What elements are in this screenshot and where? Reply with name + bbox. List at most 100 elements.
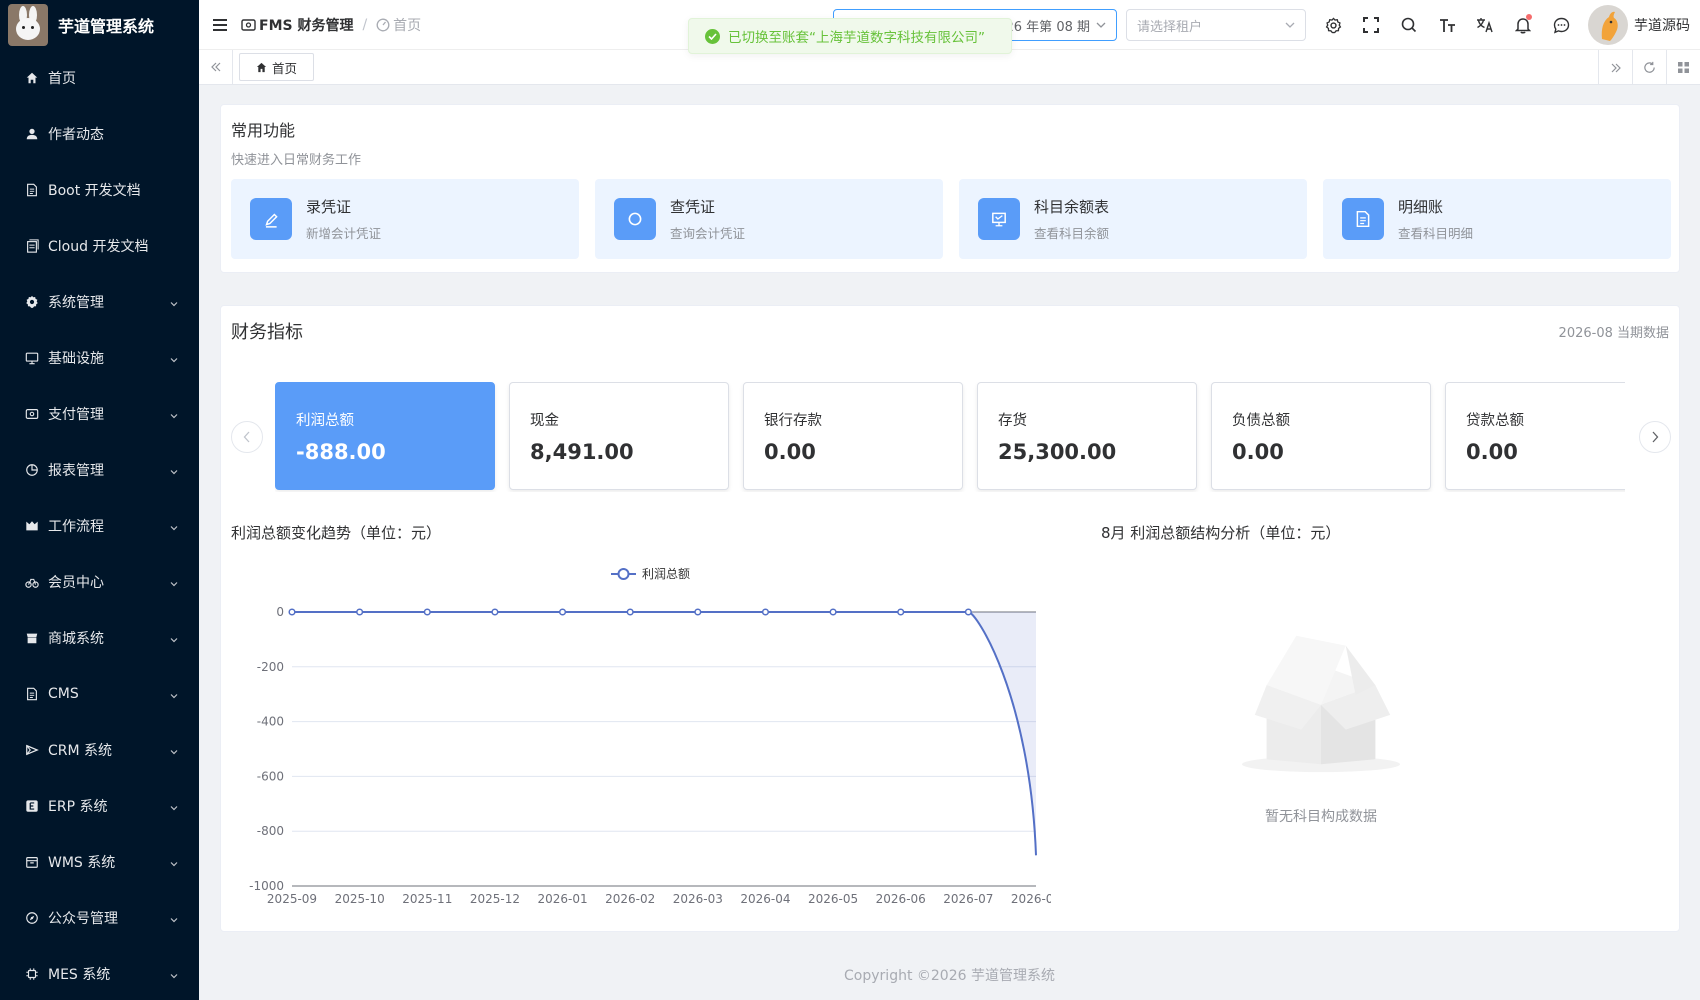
data-point <box>288 608 296 616</box>
metric-card[interactable]: 负债总额 0.00 <box>1211 382 1431 490</box>
quick-item-desc: 查看科目明细 <box>1398 226 1474 241</box>
metric-card[interactable]: 利润总额 -888.00 <box>275 382 495 490</box>
metric-card[interactable]: 银行存款 0.00 <box>743 382 963 490</box>
user-menu[interactable]: 芋道源码 <box>1588 5 1700 45</box>
metric-value: -888.00 <box>296 440 386 464</box>
finance-card: 财务指标 2026-08 当期数据 利润总额 -888.00 现金 8,491.00 银… <box>220 305 1680 932</box>
sidebar-item-10[interactable]: 商城系统 <box>0 610 199 666</box>
quick-item-3[interactable]: 明细账 查看科目明细 <box>1323 179 1671 259</box>
tabs-menu-button[interactable] <box>1666 50 1700 85</box>
metric-value: 25,300.00 <box>998 440 1117 464</box>
quick-item-0[interactable]: 录凭证 新增会计凭证 <box>231 179 579 259</box>
sidebar-item-label: 公众号管理 <box>48 911 118 927</box>
chip-icon <box>24 966 40 982</box>
hamburger-button[interactable] <box>199 0 241 50</box>
sidebar-item-0[interactable]: 首页 <box>0 50 199 106</box>
structure-chart-title: 8月 利润总额结构分析（单位：元） <box>1101 524 1341 542</box>
documents-icon <box>24 238 40 254</box>
quick-item-1[interactable]: 查凭证 查询会计凭证 <box>595 179 943 259</box>
data-point <box>694 608 702 616</box>
settings-button[interactable] <box>1314 0 1352 50</box>
metric-label: 利润总额 <box>296 413 354 429</box>
x-tick-label: 2026-05 <box>808 892 858 906</box>
data-point <box>761 608 770 616</box>
fullscreen-button[interactable] <box>1352 0 1390 50</box>
wallet-icon <box>24 406 40 422</box>
quick-item-2[interactable]: 科目余额表 查看科目余额 <box>959 179 1307 259</box>
search-button[interactable] <box>1390 0 1428 50</box>
message-button[interactable] <box>1542 0 1580 50</box>
sidebar-item-3[interactable]: Cloud 开发文档 <box>0 218 199 274</box>
sidebar-item-4[interactable]: 系统管理 <box>0 274 199 330</box>
sidebar-item-11[interactable]: CMS <box>0 666 199 722</box>
notification-dot <box>1526 14 1532 20</box>
breadcrumb-separator: / <box>362 16 368 33</box>
tenant-select[interactable]: 请选择租户 <box>1126 9 1306 41</box>
sidebar-item-8[interactable]: 工作流程 <box>0 498 199 554</box>
tabs-scroll-left[interactable] <box>199 49 233 85</box>
sidebar-item-7[interactable]: 报表管理 <box>0 442 199 498</box>
metric-card[interactable]: 存货 25,300.00 <box>977 382 1197 490</box>
tabs-bar: 首页 <box>199 49 1700 85</box>
tab-home[interactable]: 首页 <box>239 53 315 81</box>
metric-card[interactable]: 贷款总额 0.00 <box>1445 382 1625 490</box>
tenant-select-placeholder: 请选择租户 <box>1137 19 1203 35</box>
sidebar-item-16[interactable]: MES 系统 <box>0 946 199 1000</box>
app-title: 芋道管理系统 <box>58 17 155 36</box>
language-button[interactable] <box>1466 0 1504 50</box>
finance-period: 2026-08 当期数据 <box>1558 325 1669 341</box>
sidebar-item-13[interactable]: ERP 系统 <box>0 778 199 834</box>
sidebar-item-label: 支付管理 <box>48 407 104 423</box>
empty-state: 暂无科目构成数据 <box>1221 616 1421 826</box>
data-point <box>626 608 634 616</box>
sidebar-item-2[interactable]: Boot 开发文档 <box>0 162 199 218</box>
refresh-icon <box>1644 61 1655 73</box>
sidebar-item-14[interactable]: WMS 系统 <box>0 834 199 890</box>
sidebar-item-label: 报表管理 <box>48 463 104 479</box>
store-icon <box>24 630 40 646</box>
font-size-button[interactable] <box>1428 0 1466 50</box>
x-tick-label: 2025-10 <box>335 892 385 906</box>
sidebar-item-12[interactable]: CRM 系统 <box>0 722 199 778</box>
chevron-down-icon <box>1096 22 1106 28</box>
monitor-icon <box>24 350 40 366</box>
brand[interactable]: 芋道管理系统 <box>0 0 199 50</box>
menu-icon <box>213 18 227 31</box>
metric-card[interactable]: 现金 8,491.00 <box>509 382 729 490</box>
breadcrumb-item-fms[interactable]: FMS 财务管理 <box>241 15 353 35</box>
metric-label: 负债总额 <box>1232 413 1290 429</box>
sidebar-item-label: 作者动态 <box>48 127 104 143</box>
metric-label: 现金 <box>530 413 559 429</box>
quick-item-desc: 查询会计凭证 <box>670 226 746 241</box>
sidebar-item-5[interactable]: 基础设施 <box>0 330 199 386</box>
dashboard-icon <box>376 18 390 31</box>
document-icon <box>24 686 40 702</box>
trend-chart-title: 利润总额变化趋势（单位：元） <box>231 524 442 542</box>
double-chevron-left-icon <box>210 62 220 72</box>
quick-item-title: 科目余额表 <box>1034 198 1110 216</box>
x-tick-label: 2026-01 <box>537 892 587 906</box>
carousel-next-button[interactable] <box>1639 421 1671 453</box>
workflow-icon <box>24 518 40 534</box>
refresh-button[interactable] <box>1632 50 1666 85</box>
data-point <box>356 608 364 616</box>
tabs-scroll-right[interactable] <box>1598 50 1632 85</box>
notification-button[interactable] <box>1504 0 1542 50</box>
warehouse-icon <box>24 854 40 870</box>
metric-value: 0.00 <box>764 440 816 464</box>
sidebar-item-15[interactable]: 公众号管理 <box>0 890 199 946</box>
sidebar-item-9[interactable]: 会员中心 <box>0 554 199 610</box>
chat-icon <box>1553 17 1569 33</box>
gear-icon <box>1325 16 1341 33</box>
y-tick-label: -1000 <box>249 879 284 893</box>
sidebar-item-6[interactable]: 支付管理 <box>0 386 199 442</box>
chevron-down-icon <box>169 857 179 867</box>
carousel-prev-button[interactable] <box>231 421 263 453</box>
data-point <box>964 608 972 616</box>
wallet-icon <box>241 18 256 31</box>
user-icon <box>24 126 40 142</box>
quick-functions-card: 常用功能 快速进入日常财务工作 录凭证 新增会计凭证 查凭证 查询会计凭证 科目余额表查… <box>220 104 1680 273</box>
sidebar-menu: 首页作者动态 Boot 开发文档 Cloud 开发文档 系统管理 基础设施支付管理报表管… <box>0 50 199 1000</box>
sidebar-item-1[interactable]: 作者动态 <box>0 106 199 162</box>
metric-value: 0.00 <box>1232 440 1284 464</box>
